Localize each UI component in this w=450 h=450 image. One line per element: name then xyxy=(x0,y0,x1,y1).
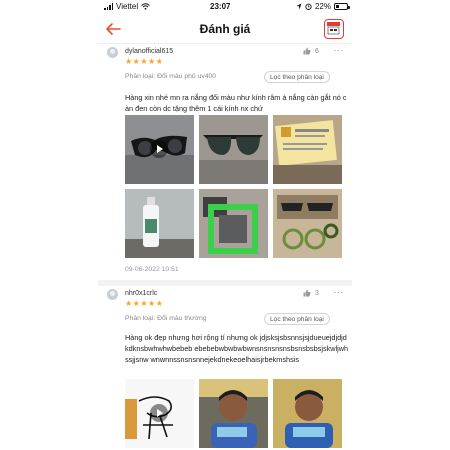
thumbs-up-icon xyxy=(303,47,311,55)
wifi-icon xyxy=(141,3,150,10)
shop-icon[interactable] xyxy=(324,19,344,39)
avatar[interactable] xyxy=(107,47,118,58)
carrier-info: Viettel xyxy=(104,2,150,11)
review-photo[interactable] xyxy=(199,115,268,184)
review-photo[interactable] xyxy=(199,189,268,258)
star-rating: ★★★★★ xyxy=(125,299,164,308)
star-rating: ★★★★★ xyxy=(125,57,164,66)
status-bar: Viettel 23:07 22% xyxy=(98,0,352,13)
clock: 23:07 xyxy=(210,2,231,11)
battery-percent: 22% xyxy=(314,2,331,11)
like-count: 6 xyxy=(315,47,319,55)
reviewer-name: dylanofficial615 xyxy=(125,48,174,55)
signal-icon xyxy=(104,3,113,10)
review-photo[interactable] xyxy=(125,189,194,258)
like-button[interactable]: 6 xyxy=(303,47,319,55)
review-video[interactable] xyxy=(125,115,194,184)
filter-by-variant-button[interactable]: Lọc theo phân loại xyxy=(264,71,330,83)
variant-label: Phân loại: Đổi màu phủ uv400 xyxy=(125,73,217,80)
play-icon[interactable] xyxy=(150,404,168,422)
carrier-name: Viettel xyxy=(116,2,139,11)
thumbs-up-icon xyxy=(303,289,311,297)
review-screen: Viettel 23:07 22% Đánh giá dylanofficial xyxy=(98,0,352,450)
location-icon xyxy=(296,3,302,10)
avatar[interactable] xyxy=(107,289,118,300)
review-photo[interactable] xyxy=(273,115,342,184)
review-photo[interactable] xyxy=(273,379,342,448)
page-title: Đánh giá xyxy=(199,22,251,36)
more-options-button[interactable]: ··· xyxy=(334,45,345,55)
review-item: dylanofficial615 ★★★★★ 6 ··· Phân loại: … xyxy=(98,44,352,278)
reviewer-name: nhr0x1crlc xyxy=(125,290,158,297)
review-photo[interactable] xyxy=(273,189,342,258)
battery-icon xyxy=(334,3,350,10)
review-photo[interactable] xyxy=(199,379,268,448)
review-comment: Hàng ok đẹp nhưng hơi rộng tí nhưng ok j… xyxy=(125,333,349,364)
more-options-button[interactable]: ··· xyxy=(334,287,345,297)
alarm-icon xyxy=(305,3,312,10)
status-right: 22% xyxy=(296,2,350,11)
header-bar: Đánh giá xyxy=(98,14,352,44)
filter-by-variant-button[interactable]: Lọc theo phân loại xyxy=(264,313,330,325)
review-date: 09-06-2022 10:51 xyxy=(125,266,179,273)
play-icon[interactable] xyxy=(150,140,168,158)
review-item: nhr0x1crlc ★★★★★ 3 ··· Phân loại: Đổi mà… xyxy=(98,286,352,450)
like-button[interactable]: 3 xyxy=(303,289,319,297)
variant-label: Phân loại: Đổi màu thường xyxy=(125,315,207,322)
review-comment: Hàng xin nhé mn ra nắng đổi màu như kính… xyxy=(125,93,347,113)
like-count: 3 xyxy=(315,289,319,297)
review-video[interactable] xyxy=(125,379,194,448)
